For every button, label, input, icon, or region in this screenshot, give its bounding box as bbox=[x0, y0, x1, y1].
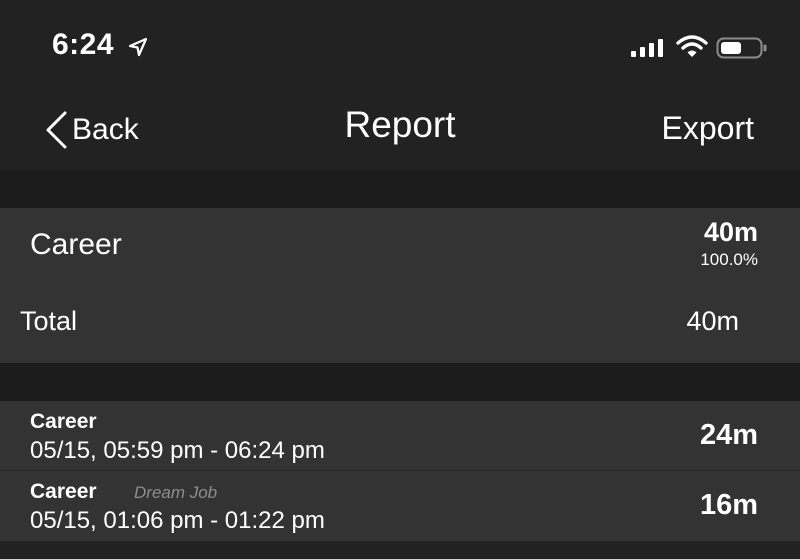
status-time: 6:24 bbox=[52, 28, 115, 61]
session-category: Career bbox=[30, 410, 97, 433]
session-time-range: 05/15, 01:06 pm - 01:22 pm bbox=[30, 507, 325, 534]
total-value: 40m bbox=[686, 306, 739, 336]
summary-category-duration: 40m bbox=[703, 217, 758, 247]
battery-icon bbox=[716, 37, 767, 59]
wifi-icon bbox=[676, 35, 708, 57]
session-note: Dream Job bbox=[134, 483, 218, 502]
summary-section: Career 40m 100.0% Total 40m bbox=[0, 208, 800, 363]
section-separator bbox=[0, 363, 800, 401]
navigation-bar: Back Report Export bbox=[0, 90, 800, 170]
export-button[interactable]: Export bbox=[662, 110, 754, 147]
summary-category-percent: 100.0% bbox=[700, 250, 758, 269]
session-duration: 24m bbox=[699, 419, 758, 451]
session-time-range: 05/15, 05:59 pm - 06:24 pm bbox=[30, 437, 325, 464]
location-arrow-icon bbox=[128, 37, 148, 57]
session-row[interactable]: Career 05/15, 05:59 pm - 06:24 pm 24m bbox=[0, 401, 800, 471]
session-duration: 16m bbox=[699, 489, 758, 521]
session-row[interactable]: Career Dream Job 05/15, 01:06 pm - 01:22… bbox=[0, 471, 800, 541]
total-label: Total bbox=[20, 306, 78, 336]
summary-category-label: Career bbox=[30, 228, 122, 261]
signal-icon bbox=[631, 39, 663, 57]
bottom-background bbox=[0, 541, 800, 559]
session-category: Career bbox=[30, 480, 97, 503]
status-bar: 6:24 bbox=[0, 0, 800, 90]
section-separator bbox=[0, 170, 800, 208]
